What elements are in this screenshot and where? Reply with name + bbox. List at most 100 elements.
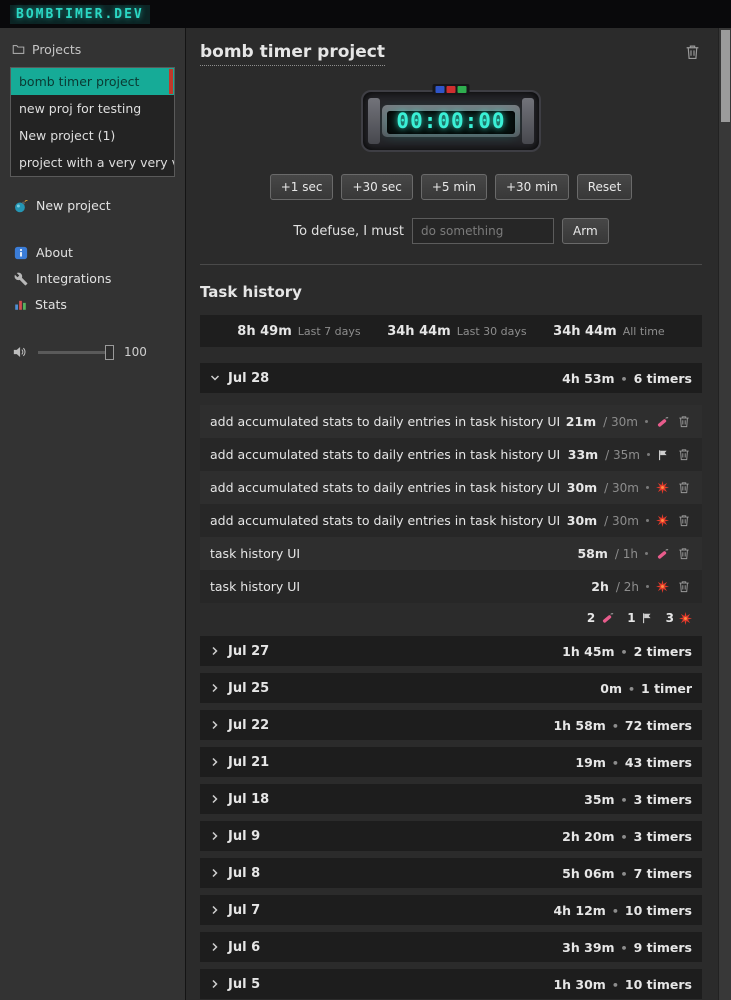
day-timer-count: 9 timers <box>633 939 692 955</box>
task-total-time: 30m <box>604 481 639 495</box>
stat-label: All time <box>622 324 665 338</box>
timer-control-button[interactable]: +30 min <box>494 174 569 200</box>
separator-dot <box>646 486 649 489</box>
day-timer-count: 43 timers <box>624 754 692 770</box>
delete-task-button[interactable] <box>676 580 692 593</box>
folder-icon <box>12 43 25 56</box>
task-name: add accumulated stats to daily entries i… <box>210 414 561 429</box>
project-item[interactable]: project with a very very v... <box>11 149 174 176</box>
defuse-input[interactable] <box>412 218 555 244</box>
delete-task-button[interactable] <box>676 547 692 560</box>
project-item[interactable]: new proj for testing <box>11 95 174 122</box>
sidebar-nav: About Integrations Stats <box>10 240 175 317</box>
timer-control-button[interactable]: +30 sec <box>341 174 413 200</box>
day-group-header[interactable]: Jul 22 1h 58m 72 timers <box>200 710 702 740</box>
task-name: task history UI <box>210 546 301 561</box>
delete-task-button[interactable] <box>676 448 692 461</box>
separator-dot <box>646 585 649 588</box>
delete-task-button[interactable] <box>676 415 692 428</box>
arm-button[interactable]: Arm <box>562 218 609 244</box>
timer-display: 00:00:00 <box>396 109 506 133</box>
sidebar-item-about[interactable]: About <box>10 240 175 265</box>
sidebar-item-stats[interactable]: Stats <box>10 292 175 317</box>
day-group-header[interactable]: Jul 27 1h 45m 2 timers <box>200 636 702 666</box>
separator-dot <box>645 552 648 555</box>
page-scrollbar-thumb[interactable] <box>721 30 730 122</box>
day-group-header[interactable]: Jul 21 19m 43 timers <box>200 747 702 777</box>
task-name: add accumulated stats to daily entries i… <box>210 513 561 528</box>
topbar: BOMBTIMER.DEV <box>0 0 731 28</box>
speaker-icon[interactable] <box>13 346 28 358</box>
chevron-right-icon <box>210 942 220 952</box>
task-elapsed-time: 2h <box>591 579 609 594</box>
task-elapsed-time: 33m <box>567 447 599 462</box>
day-group-header[interactable]: Jul 6 3h 39m 9 timers <box>200 932 702 962</box>
day-group-header[interactable]: Jul 5 1h 30m 10 timers <box>200 969 702 999</box>
sidebar-item-label: Stats <box>35 297 67 312</box>
explosion-icon <box>656 514 669 527</box>
sidebar-item-integrations[interactable]: Integrations <box>10 266 175 291</box>
separator-dot <box>612 903 619 918</box>
timer-control-button[interactable]: +1 sec <box>269 174 334 200</box>
task-total-time: 30m <box>603 415 638 429</box>
day-date: Jul 18 <box>228 791 270 807</box>
stat: 34h 44m Last 30 days <box>387 324 526 339</box>
new-project-button[interactable]: New project <box>10 193 175 218</box>
separator-dot <box>647 453 650 456</box>
timer-control-button[interactable]: Reset <box>576 174 633 200</box>
day-timer-count: 3 timers <box>633 791 692 807</box>
bomb-cap-left <box>368 98 380 144</box>
chevron-right-icon <box>210 794 220 804</box>
projects-header: Projects <box>12 42 175 57</box>
stat: 8h 49m Last 7 days <box>237 324 360 339</box>
summary-count: 3 <box>665 611 674 625</box>
volume-slider-thumb[interactable] <box>105 344 114 360</box>
delete-task-button[interactable] <box>676 514 692 527</box>
task-list: add accumulated stats to daily entries i… <box>200 405 702 603</box>
day-date: Jul 6 <box>228 939 261 955</box>
timer-control-button[interactable]: +5 min <box>420 174 487 200</box>
day-timer-count: 6 timers <box>633 370 692 386</box>
info-icon <box>14 246 28 260</box>
delete-project-button[interactable] <box>683 42 702 62</box>
day-group-header[interactable]: Jul 7 4h 12m 10 timers <box>200 895 702 925</box>
day-date: Jul 28 <box>228 370 270 386</box>
project-list-scrollbar[interactable] <box>169 69 173 94</box>
wire-green <box>457 86 467 93</box>
lcd-bezel: 00:00:00 <box>382 105 520 137</box>
separator-dot <box>612 755 619 770</box>
task-name: add accumulated stats to daily entries i… <box>210 447 561 462</box>
volume-slider[interactable] <box>38 344 114 360</box>
bomb-icon <box>14 199 28 213</box>
day-group-header[interactable]: Jul 18 35m 3 timers <box>200 784 702 814</box>
summary-count: 1 <box>627 611 636 625</box>
day-group-header[interactable]: Jul 9 2h 20m 3 timers <box>200 821 702 851</box>
separator-dot <box>621 866 628 881</box>
separator-dot <box>621 940 628 955</box>
wire-blue <box>435 86 445 93</box>
day-group-header[interactable]: Jul 25 0m 1 timer <box>200 673 702 703</box>
chevron-right-icon <box>210 831 220 841</box>
summary-count: 2 <box>586 611 596 625</box>
chevron-right-icon <box>210 979 220 989</box>
bomb-wires <box>432 84 470 95</box>
task-row: add accumulated stats to daily entries i… <box>200 504 702 537</box>
chevron-right-icon <box>210 905 220 915</box>
sidebar-item-label: Integrations <box>36 271 112 286</box>
separator-dot <box>621 792 628 807</box>
day-date: Jul 7 <box>228 902 261 918</box>
day-group-header[interactable]: Jul 8 5h 06m 7 timers <box>200 858 702 888</box>
day-total: 1h 58m <box>553 717 606 733</box>
separator-dot <box>645 420 648 423</box>
delete-task-button[interactable] <box>676 481 692 494</box>
separator-dot <box>621 829 628 844</box>
task-name: task history UI <box>210 579 301 594</box>
page-scrollbar[interactable] <box>718 28 731 1000</box>
task-elapsed-time: 30m <box>566 513 598 528</box>
project-item[interactable]: bomb timer project <box>11 68 174 95</box>
project-item[interactable]: New project (1) <box>11 122 174 149</box>
day-group-header-expanded[interactable]: Jul 28 4h 53m 6 timers <box>200 363 702 393</box>
stat-value: 34h 44m <box>387 323 451 339</box>
separator-dot <box>628 681 635 696</box>
sidebar: Projects bomb timer project new proj for… <box>0 28 186 1000</box>
